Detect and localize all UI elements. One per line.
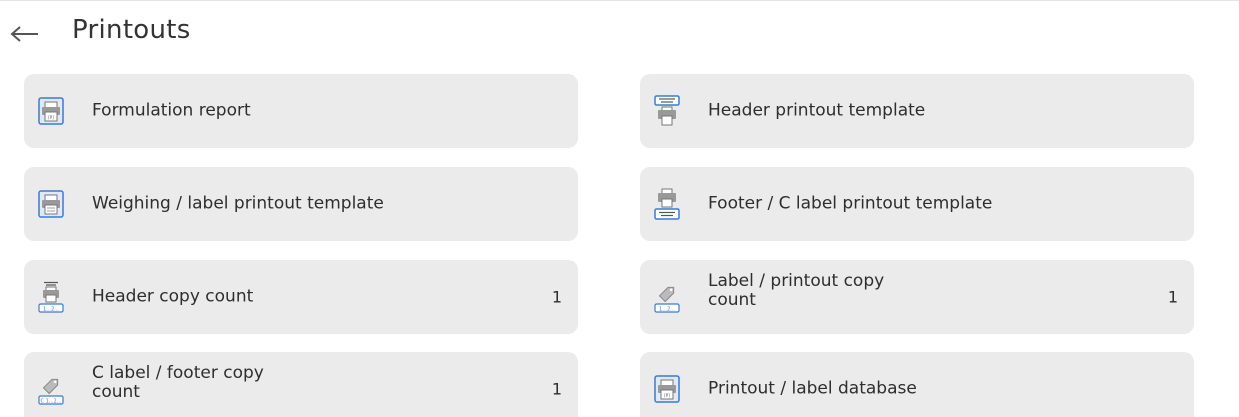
copy-count-value: 1 — [1167, 287, 1178, 307]
header-printout-template-tile[interactable]: Header printout template — [640, 74, 1194, 148]
tile-label: Footer / C label printout template — [708, 193, 993, 214]
tile-label: Label / printout copy count — [708, 272, 884, 310]
tile-label-line2: count — [708, 290, 756, 310]
formulation-report-tile[interactable]: [P] Formulation report — [24, 74, 578, 148]
label-printout-copy-count-tile[interactable]: 1...2... Label / printout copy count 1 — [640, 260, 1194, 334]
svg-text:1...2...: 1...2... — [43, 307, 59, 313]
svg-text:[P]: [P] — [48, 115, 54, 120]
svg-text:[P]: [P] — [664, 393, 670, 398]
svg-text:1...2...: 1...2... — [659, 307, 675, 313]
tile-label: Formulation report — [92, 100, 251, 121]
back-button[interactable] — [6, 19, 44, 49]
printout-label-database-tile[interactable]: [P] Printout / label database — [640, 352, 1194, 417]
c-label-copy-count-icon: C 1...2... — [38, 373, 64, 405]
printer-database-icon: [P] — [654, 373, 680, 405]
arrow-left-icon — [10, 26, 38, 42]
header-copy-count-icon: 1...2... — [38, 281, 64, 313]
footer-printer-icon — [654, 188, 680, 220]
tile-label-line1: C label / footer copy — [92, 363, 264, 383]
copy-count-value: 1 — [551, 287, 562, 307]
printer-icon — [38, 188, 64, 220]
copy-count-value: 1 — [551, 379, 562, 399]
tile-label: C label / footer copy count — [92, 364, 264, 402]
footer-c-label-printout-template-tile[interactable]: Footer / C label printout template — [640, 167, 1194, 241]
top-bar: Printouts — [0, 0, 1239, 64]
label-copy-count-icon: 1...2... — [654, 281, 680, 313]
weighing-label-printout-template-tile[interactable]: Weighing / label printout template — [24, 167, 578, 241]
tile-label-line1: Label / printout copy — [708, 271, 885, 291]
header-printer-icon — [654, 95, 680, 127]
tile-label: Header copy count — [92, 286, 254, 307]
tile-label: Printout / label database — [708, 378, 917, 399]
tile-label: Header printout template — [708, 100, 926, 121]
tile-label: Weighing / label printout template — [92, 193, 384, 214]
tile-label-line2: count — [92, 382, 140, 402]
c-label-footer-copy-count-tile[interactable]: C 1...2... C label / footer copy count 1 — [24, 352, 578, 417]
printer-report-icon: [P] — [38, 95, 64, 127]
header-copy-count-tile[interactable]: 1...2... Header copy count 1 — [24, 260, 578, 334]
svg-text:C 1...2...: C 1...2... — [41, 399, 62, 405]
page-title: Printouts — [72, 15, 191, 45]
